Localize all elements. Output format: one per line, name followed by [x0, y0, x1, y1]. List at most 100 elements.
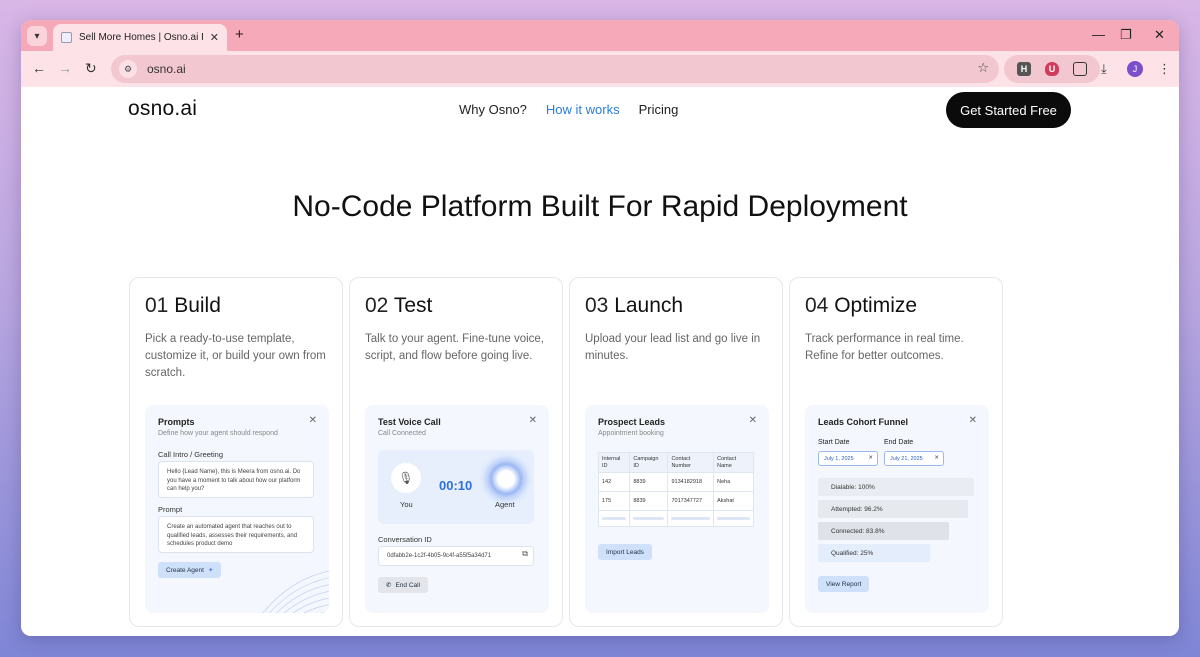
card-optimize: 04 Optimize Track performance in real ti…: [789, 277, 1003, 627]
nav-how-it-works[interactable]: How it works: [546, 102, 620, 117]
table-row: 175 8839 7017347727 Akshat: [597, 491, 754, 511]
table-row-placeholder: [597, 510, 754, 527]
site-logo[interactable]: osno.ai: [128, 97, 197, 121]
call-timer: 00:10: [439, 478, 473, 493]
browser-window: ▾ Sell More Homes | Osno.ai Real Estate …: [21, 20, 1179, 636]
prompt-label: Prompt: [158, 505, 183, 514]
agent-orb-icon: [487, 460, 525, 498]
minimize-icon[interactable]: —: [1092, 27, 1105, 42]
get-started-button[interactable]: Get Started Free: [946, 92, 1071, 128]
browser-toolbar: ← → ↻ ⚙ osno.ai ☆ H U ⤓ J ⋮: [21, 51, 1179, 87]
h-extension-icon[interactable]: H: [1017, 62, 1031, 76]
microphone-icon[interactable]: 🎙: [391, 463, 421, 493]
decorative-waves-icon: [262, 570, 329, 613]
column-header: Internal ID: [597, 452, 631, 473]
tab-favicon-icon: [61, 32, 72, 43]
card-description: Upload your lead list and go live in min…: [585, 333, 761, 362]
back-arrow-icon[interactable]: ←: [32, 60, 46, 76]
profile-avatar[interactable]: J: [1127, 61, 1143, 77]
funnel-bar-dialable: Dialable: 100%: [818, 478, 974, 496]
greeting-label: Call Intro / Greeting: [158, 450, 224, 459]
extensions-group: H U: [1004, 55, 1100, 83]
conversation-id-field[interactable]: 0dfabb2e-1c2f-4b05-9c4f-a55f5a34d71 ⧉: [378, 546, 534, 566]
page-headline: No-Code Platform Built For Rapid Deploym…: [292, 190, 908, 223]
mock-title: Prospect Leads: [598, 417, 666, 427]
tab-close-icon[interactable]: ✕: [210, 31, 219, 44]
forward-arrow-icon[interactable]: →: [58, 60, 72, 76]
start-date-input[interactable]: July 1, 2025 ✕: [818, 451, 878, 466]
card-launch: 03 Launch Upload your lead list and go l…: [569, 277, 783, 627]
card-test: 02 Test Talk to your agent. Fine-tune vo…: [349, 277, 563, 627]
end-date-input[interactable]: July 21, 2025 ✕: [884, 451, 944, 466]
phone-off-icon: ✆: [386, 582, 392, 589]
window-close-icon[interactable]: ✕: [1154, 27, 1165, 43]
column-header: Contact Number: [667, 452, 715, 473]
restore-icon[interactable]: ❐: [1120, 27, 1132, 43]
card-title: 02 Test: [365, 294, 433, 317]
url-text: osno.ai: [147, 62, 186, 76]
mock-title: Prompts: [158, 417, 195, 427]
mock-subtitle: Appointment booking: [598, 430, 664, 437]
greeting-textarea[interactable]: Hello {Lead Name}, this is Meera from os…: [158, 461, 314, 498]
address-bar[interactable]: ⚙ osno.ai ☆: [111, 55, 999, 83]
mock-subtitle: Call Connected: [378, 430, 426, 437]
menu-kebab-icon[interactable]: ⋮: [1158, 61, 1171, 77]
import-leads-button[interactable]: Import Leads: [598, 544, 652, 560]
close-icon[interactable]: ✕: [969, 415, 977, 426]
test-call-mock-panel: Test Voice Call Call Connected ✕ 🎙 You 0…: [365, 405, 549, 613]
agent-label: Agent: [495, 500, 515, 509]
card-title: 03 Launch: [585, 294, 684, 317]
card-description: Track performance in real time. Refine f…: [805, 333, 964, 362]
nav-pricing[interactable]: Pricing: [639, 102, 679, 117]
nav-why-osno[interactable]: Why Osno?: [459, 102, 527, 117]
card-build: 01 Build Pick a ready-to-use template, c…: [129, 277, 343, 627]
site-nav: Why Osno? How it works Pricing: [459, 102, 678, 117]
sparkle-icon: ✦: [207, 567, 214, 574]
start-date-label: Start Date: [818, 439, 850, 446]
call-panel: 🎙 You 00:10 Agent: [378, 450, 534, 524]
reload-icon[interactable]: ↻: [85, 60, 97, 77]
puzzle-extensions-icon[interactable]: [1073, 62, 1087, 76]
conversation-id-label: Conversation ID: [378, 535, 432, 544]
clear-icon: ✕: [868, 455, 873, 461]
prompt-textarea[interactable]: Create an automated agent that reaches o…: [158, 516, 314, 553]
close-icon[interactable]: ✕: [309, 415, 317, 426]
table-row: 142 8839 9134182918 Neha: [597, 472, 754, 492]
card-description: Pick a ready-to-use template, customize …: [145, 333, 326, 379]
shield-extension-icon[interactable]: U: [1045, 62, 1059, 76]
create-agent-button[interactable]: Create Agent ✦: [158, 562, 222, 578]
site-settings-icon[interactable]: ⚙: [119, 60, 137, 78]
end-call-button[interactable]: ✆ End Call: [378, 577, 429, 593]
tab-title: Sell More Homes | Osno.ai Real Estate: [78, 32, 203, 43]
column-header: Contact Name: [713, 452, 754, 473]
download-icon[interactable]: ⤓: [1101, 61, 1107, 77]
mock-title: Test Voice Call: [378, 417, 441, 427]
close-icon[interactable]: ✕: [749, 415, 757, 426]
card-description: Talk to your agent. Fine-tune voice, scr…: [365, 333, 544, 362]
mock-title: Leads Cohort Funnel: [818, 417, 908, 427]
column-header: Campaign ID: [629, 452, 669, 473]
clear-icon: ✕: [934, 455, 939, 461]
funnel-bar-attempted: Attempted: 96.2%: [818, 500, 969, 518]
active-tab[interactable]: Sell More Homes | Osno.ai Real Estate ✕: [53, 24, 227, 51]
view-report-button[interactable]: View Report: [818, 576, 870, 592]
card-title: 01 Build: [145, 294, 221, 317]
funnel-bar-qualified: Qualified: 25%: [818, 544, 930, 562]
webpage: osno.ai Why Osno? How it works Pricing G…: [21, 87, 1179, 636]
tab-strip: ▾ Sell More Homes | Osno.ai Real Estate …: [21, 20, 1179, 51]
tab-search-dropdown-icon[interactable]: ▾: [27, 26, 47, 46]
funnel-bar-connected: Connected: 83.8%: [818, 522, 949, 540]
card-title: 04 Optimize: [805, 294, 918, 317]
funnel-mock-panel: Leads Cohort Funnel ✕ Start Date End Dat…: [805, 405, 989, 613]
leads-table: Internal ID Campaign ID Contact Number C…: [597, 452, 754, 527]
end-date-label: End Date: [884, 439, 914, 446]
prospect-leads-mock-panel: Prospect Leads Appointment booking ✕ Int…: [585, 405, 769, 613]
copy-icon: ⧉: [522, 549, 528, 558]
new-tab-icon[interactable]: +: [235, 26, 244, 43]
close-icon[interactable]: ✕: [529, 415, 537, 426]
bookmark-star-icon[interactable]: ☆: [977, 60, 989, 76]
mock-subtitle: Define how your agent should respond: [158, 430, 278, 437]
prompts-mock-panel: Prompts Define how your agent should res…: [145, 405, 329, 613]
you-label: You: [400, 500, 413, 509]
steps-cards: 01 Build Pick a ready-to-use template, c…: [129, 277, 1003, 627]
